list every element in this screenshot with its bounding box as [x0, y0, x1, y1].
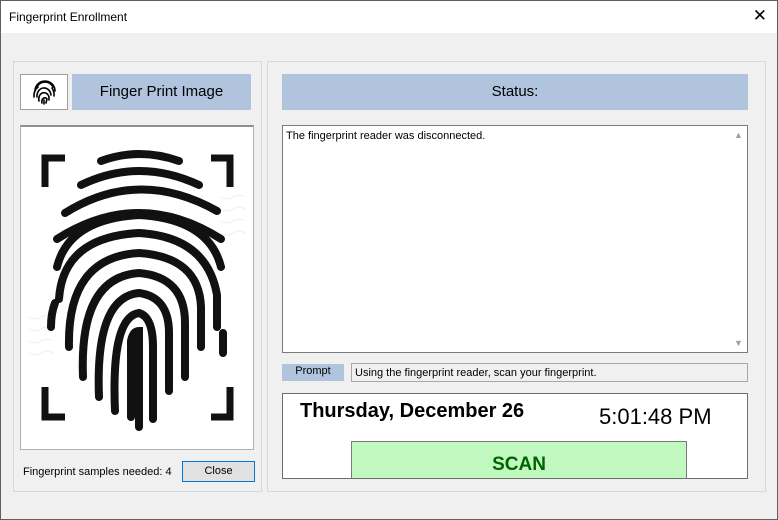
status-message: The fingerprint reader was disconnected. — [286, 130, 486, 142]
clock-panel: Thursday, December 26 5:01:48 PM SCAN — [282, 393, 748, 479]
fingerprint-image — [20, 125, 254, 450]
close-button[interactable]: Close — [182, 461, 255, 482]
status-scrollbar[interactable]: ▲ ▼ — [730, 126, 747, 352]
scroll-down-icon[interactable]: ▼ — [734, 338, 743, 348]
fingerprint-icon — [20, 74, 68, 110]
current-date: Thursday, December 26 — [300, 400, 525, 422]
window-close-icon[interactable]: ✕ — [753, 5, 767, 27]
title-bar: Fingerprint Enrollment ✕ — [1, 1, 777, 33]
window-title: Fingerprint Enrollment — [9, 10, 128, 24]
scroll-up-icon[interactable]: ▲ — [734, 130, 743, 140]
fingerprint-image-panel: Finger Print Image Fingerprint samples n… — [13, 61, 262, 492]
scan-button[interactable]: SCAN — [351, 441, 687, 478]
prompt-label: Prompt — [282, 364, 344, 381]
status-panel: Status: The fingerprint reader was disco… — [267, 61, 766, 492]
status-log[interactable]: The fingerprint reader was disconnected.… — [282, 125, 748, 353]
prompt-field: Using the fingerprint reader, scan your … — [351, 363, 748, 382]
fingerprint-enrollment-window: Fingerprint Enrollment ✕ Finger Print Im… — [0, 0, 778, 520]
fingerprint-image-header: Finger Print Image — [72, 74, 251, 110]
status-header: Status: — [282, 74, 748, 110]
samples-needed-label: Fingerprint samples needed: 4 — [23, 466, 172, 478]
current-time: 5:01:48 PM — [599, 404, 712, 429]
